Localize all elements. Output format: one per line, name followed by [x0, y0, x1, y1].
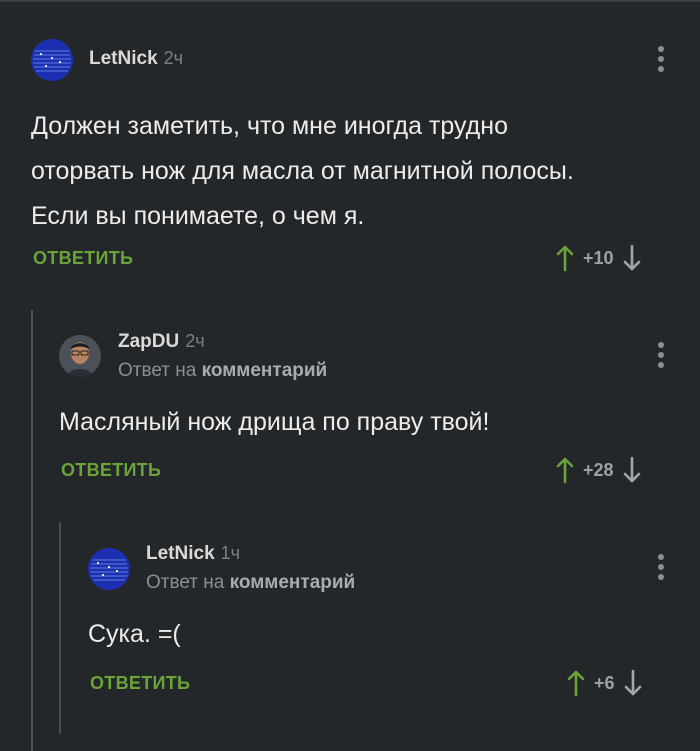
comment-text-line: Масляный нож дрища по праву твой!	[59, 408, 490, 436]
avatar[interactable]	[31, 39, 73, 81]
score: +10	[583, 247, 614, 268]
reply-to-prefix: Ответ на	[146, 572, 225, 593]
reply-to-info: Ответ на комментарий	[146, 572, 355, 594]
avatar-image	[31, 39, 73, 81]
reply-button[interactable]: ОТВЕТИТЬ	[61, 460, 161, 481]
reply-to-link[interactable]: комментарий	[202, 360, 328, 381]
comment-time: 2ч	[185, 331, 205, 351]
vote-controls: +10	[555, 244, 642, 272]
reply-to-prefix: Ответ на	[118, 360, 197, 381]
author-label[interactable]: LetNick	[89, 48, 158, 69]
comment-text-line: Сука. =(	[88, 620, 181, 648]
arrow-up-icon[interactable]	[566, 669, 586, 697]
arrow-down-icon[interactable]	[622, 456, 642, 484]
thread-line	[31, 310, 33, 751]
score: +28	[583, 459, 614, 480]
arrow-down-icon[interactable]	[623, 669, 643, 697]
reply-to-link[interactable]: комментарий	[230, 572, 356, 593]
author-label[interactable]: LetNick	[146, 543, 215, 564]
reply-button[interactable]: ОТВЕТИТЬ	[90, 673, 190, 694]
avatar[interactable]	[59, 335, 101, 377]
author-name[interactable]: LetNick 1ч	[146, 543, 240, 565]
avatar-image	[88, 548, 130, 590]
more-vertical-icon[interactable]	[657, 554, 665, 580]
comment-text: Сука. =(	[88, 612, 678, 657]
comment-time: 1ч	[220, 543, 241, 563]
avatar[interactable]	[88, 548, 130, 590]
arrow-up-icon[interactable]	[555, 456, 575, 484]
arrow-up-icon[interactable]	[555, 244, 575, 272]
author-name[interactable]: ZapDU 2ч	[118, 331, 205, 353]
reply-to-info: Ответ на комментарий	[118, 360, 327, 382]
reply-button[interactable]: ОТВЕТИТЬ	[33, 248, 133, 269]
more-vertical-icon[interactable]	[657, 46, 665, 72]
top-divider	[0, 0, 700, 2]
comment-text: Должен заметить, что мне иногда трудно о…	[31, 104, 681, 239]
author-name[interactable]: LetNick 2ч	[89, 48, 183, 70]
comment-text-line: Если вы понимаете, о чем я.	[31, 202, 365, 230]
avatar-image	[59, 335, 101, 377]
comment-time: 2ч	[163, 48, 184, 68]
score: +6	[594, 672, 615, 693]
thread-line	[59, 522, 61, 734]
author-label[interactable]: ZapDU	[118, 331, 179, 352]
arrow-down-icon[interactable]	[622, 244, 642, 272]
vote-controls: +28	[555, 456, 642, 484]
more-vertical-icon[interactable]	[657, 342, 665, 368]
comment-text-line: Должен заметить, что мне иногда трудно	[31, 112, 508, 140]
vote-controls: +6	[566, 669, 643, 697]
comment-text-line: оторвать нож для масла от магнитной поло…	[31, 157, 574, 185]
comment-text: Масляный нож дрища по праву твой!	[59, 400, 679, 445]
